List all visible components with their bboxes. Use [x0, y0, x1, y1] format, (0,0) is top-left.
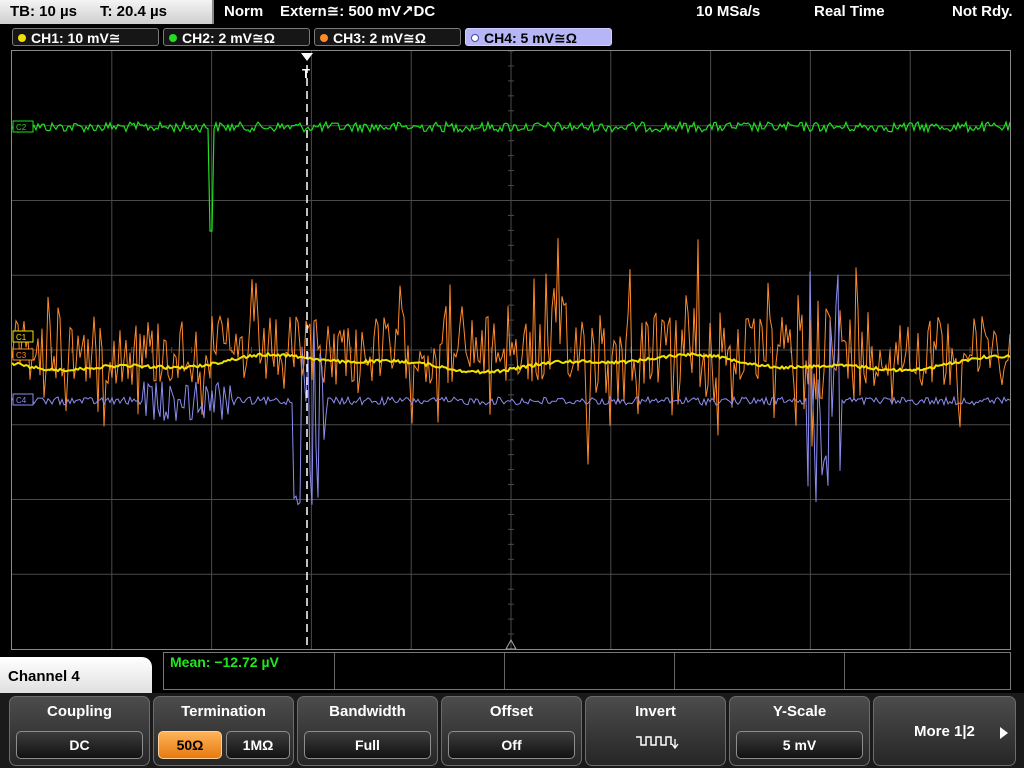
trigger-mode[interactable]: Norm [224, 0, 263, 24]
ch4-color-dot-icon [471, 34, 479, 42]
coupling-title: Coupling [47, 703, 112, 720]
menu-title-channel-4: Channel 4 [0, 657, 152, 697]
ch1-offset-marker-label: C1 [16, 333, 27, 342]
ch2-color-dot-icon [169, 34, 177, 42]
termination-title: Termination [181, 703, 266, 720]
ch3-label: CH3: 2 mV≅Ω [333, 30, 426, 46]
trigger-marker-label: T [302, 66, 310, 81]
yscale-title: Y-Scale [772, 703, 827, 720]
channel-tab-ch4[interactable]: CH4: 5 mV≅Ω [465, 28, 612, 46]
yscale-softkey[interactable]: Y-Scale 5 mV [729, 696, 870, 766]
bandwidth-softkey[interactable]: Bandwidth Full [297, 696, 438, 766]
channel-tab-ch3[interactable]: CH3: 2 mV≅Ω [314, 28, 461, 46]
ch1-label: CH1: 10 mV≅ [31, 30, 121, 46]
trigger-time-readout: T: 20.4 µs [100, 3, 168, 20]
yscale-value-button[interactable]: 5 mV [736, 731, 863, 759]
mean-measurement: Mean: −12.72 µV [170, 654, 279, 670]
ch2-label: CH2: 2 mV≅Ω [182, 30, 275, 46]
softkey-menu: Coupling DC Termination 50Ω 1MΩ Bandwidt… [0, 693, 1024, 768]
termination-softkey[interactable]: Termination 50Ω 1MΩ [153, 696, 294, 766]
more-label: More 1|2 [914, 723, 975, 740]
waveform-display[interactable]: T C2 C1 C3 C4 [11, 50, 1011, 650]
channel-tab-ch1[interactable]: CH1: 10 mV≅ [12, 28, 159, 46]
more-softkey[interactable]: More 1|2 [873, 696, 1016, 766]
ch3-color-dot-icon [320, 34, 328, 42]
inverted-square-wave-icon [636, 736, 679, 750]
status-bar: TB: 10 µs T: 20.4 µs Norm Extern≅: 500 m… [0, 0, 1024, 26]
invert-softkey[interactable]: Invert [585, 696, 726, 766]
channel-tab-ch2[interactable]: CH2: 2 mV≅Ω [163, 28, 310, 46]
offset-title: Offset [489, 703, 534, 720]
ch1-color-dot-icon [18, 34, 26, 42]
bandwidth-title: Bandwidth [329, 703, 406, 720]
measurement-panel: Mean: −12.72 µV [163, 652, 1011, 690]
termination-1mohm-button[interactable]: 1MΩ [226, 731, 290, 759]
coupling-softkey[interactable]: Coupling DC [9, 696, 150, 766]
invert-title: Invert [635, 703, 676, 720]
sample-rate: 10 MSa/s [696, 3, 761, 20]
ch2-offset-marker-label: C2 [16, 123, 27, 132]
acquisition-status: Not Rdy. [952, 3, 1013, 20]
coupling-value-button[interactable]: DC [16, 731, 143, 759]
waveform-canvas: T C2 C1 C3 C4 [12, 51, 1010, 649]
termination-50ohm-button[interactable]: 50Ω [158, 731, 222, 759]
right-arrow-icon [1000, 727, 1008, 739]
offset-softkey[interactable]: Offset Off [441, 696, 582, 766]
ch3-offset-marker-label: C3 [16, 351, 27, 360]
offset-value-button[interactable]: Off [448, 731, 575, 759]
acquisition-mode: Real Time [814, 3, 885, 20]
timebase-readout: TB: 10 µs [10, 3, 77, 20]
timebase-box[interactable]: TB: 10 µs T: 20.4 µs [0, 0, 214, 24]
trigger-source[interactable]: Extern≅: 500 mV↗DC [280, 0, 435, 24]
ch4-label: CH4: 5 mV≅Ω [484, 30, 577, 46]
bandwidth-value-button[interactable]: Full [304, 731, 431, 759]
ch4-offset-marker-label: C4 [16, 396, 27, 405]
